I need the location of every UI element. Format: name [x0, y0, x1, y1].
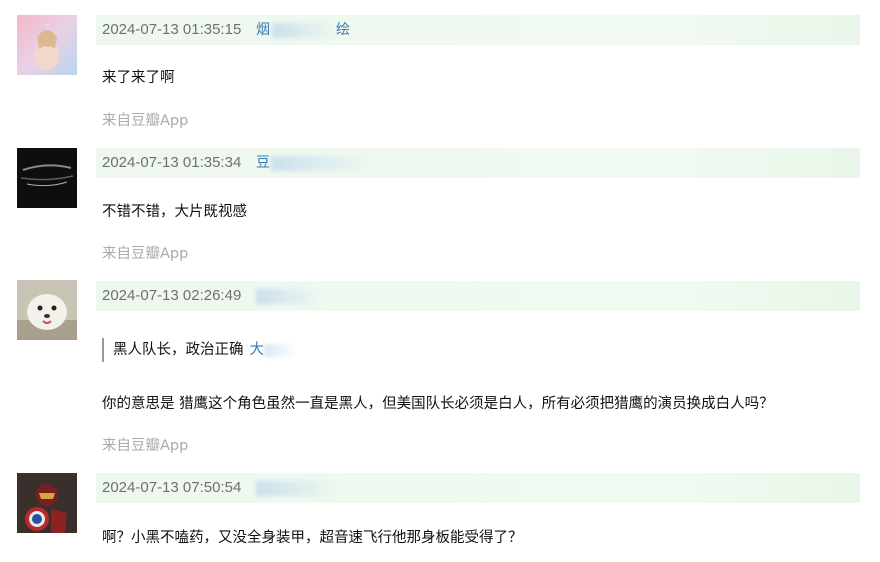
comment-source: 来自豆瓣App — [102, 438, 189, 454]
comment-meta: 2024-07-13 01:35:15 烟 绘 — [96, 15, 860, 45]
avatar[interactable]: ~ — [17, 15, 77, 75]
avatar[interactable] — [17, 473, 77, 533]
quoted-comment: 黑人队长，政治正确大 — [102, 338, 294, 362]
comment-meta: 2024-07-13 01:35:34 豆 — [96, 148, 860, 178]
avatar-image — [17, 280, 77, 340]
username-redaction — [271, 156, 371, 171]
username-redaction — [256, 289, 322, 304]
comment-username[interactable]: 烟 — [256, 15, 270, 45]
comment-text: 不错不错，大片既视感 — [102, 204, 247, 220]
comment-timestamp: 2024-07-13 01:35:15 — [102, 21, 242, 38]
avatar-image — [17, 148, 77, 208]
avatar[interactable] — [17, 280, 77, 340]
comment-username[interactable]: 豆 — [256, 148, 270, 178]
avatar[interactable] — [17, 148, 77, 208]
comment-meta: 2024-07-13 02:26:49 — [96, 281, 860, 311]
comment-timestamp: 2024-07-13 01:35:34 — [102, 154, 242, 171]
comment-source: 来自豆瓣App — [102, 246, 189, 262]
comment-text: 来了来了啊 — [102, 70, 175, 86]
username-redaction — [256, 481, 336, 496]
comment-text: 你的意思是 猎鹰这个角色虽然一直是黑人，但美国队长必须是白人，所有必须把猎鹰的演… — [102, 396, 774, 412]
comment-source: 来自豆瓣App — [102, 113, 189, 129]
comment-meta: 2024-07-13 07:50:54 — [96, 473, 860, 503]
svg-text:~: ~ — [45, 23, 49, 29]
quote-author-redaction — [264, 343, 294, 357]
username-redaction — [272, 23, 336, 38]
comment-username-tail: 绘 — [336, 22, 350, 38]
comment-text: 啊？小黑不嗑药，又没全身装甲，超音速飞行他那身板能受得了？ — [102, 530, 523, 546]
quote-text: 黑人队长，政治正确 — [113, 342, 244, 358]
quote-author[interactable]: 大 — [250, 342, 265, 358]
comment-timestamp: 2024-07-13 02:26:49 — [102, 287, 242, 304]
avatar-image: ~ — [17, 15, 77, 75]
comment-timestamp: 2024-07-13 07:50:54 — [102, 479, 242, 496]
avatar-image — [17, 473, 77, 533]
